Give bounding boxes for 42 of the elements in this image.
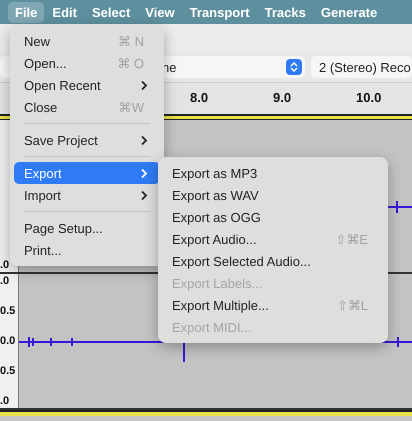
waveform	[388, 200, 412, 214]
ruler-label: 10.0	[356, 90, 382, 105]
menu-item[interactable]: Export Selected Audio...	[162, 250, 384, 272]
dropdown-icon	[286, 59, 302, 75]
scale-label: .0	[0, 258, 10, 272]
chevron-icon	[140, 190, 148, 200]
menu-item[interactable]: Page Setup...	[14, 217, 160, 239]
menu-title[interactable]: Transport	[182, 2, 257, 22]
ruler-label: 8.0	[190, 90, 208, 105]
scale-label: 0.5	[0, 364, 16, 378]
menu-item[interactable]: Save Project	[14, 129, 160, 151]
scale-label: 0.0	[0, 334, 16, 348]
menu-item[interactable]: Export Multiple... ⇧⌘L	[162, 294, 384, 316]
menu-item[interactable]: Export as MP3	[162, 162, 384, 184]
menu-item[interactable]: Export Audio... ⇧⌘E	[162, 228, 384, 250]
menu-item[interactable]: Export as OGG	[162, 206, 384, 228]
menu-item[interactable]: Open... ⌘ O	[14, 52, 160, 74]
scale-label: .0	[0, 274, 10, 288]
chevron-icon	[140, 80, 148, 90]
shortcut-label: ⌘ O	[117, 56, 144, 70]
menu-item[interactable]: Export as WAV	[162, 184, 384, 206]
menu-item[interactable]: Close ⌘W	[14, 96, 160, 118]
shortcut-label: ⌘ N	[118, 34, 144, 48]
menu-title[interactable]: Tracks	[258, 2, 313, 22]
menu-title[interactable]: Edit	[45, 2, 84, 22]
chevron-icon	[140, 134, 148, 146]
chevron-icon	[140, 168, 148, 178]
menu-title[interactable]: Generate	[314, 2, 384, 22]
channels-dropdown[interactable]: 2 (Stereo) Reco	[311, 56, 412, 78]
shortcut-label: ⌘W	[118, 100, 144, 114]
scale-label: 0.5	[0, 304, 16, 318]
menu-item[interactable]: Print...	[14, 239, 160, 261]
menu-item[interactable]: Export	[14, 162, 160, 184]
menu-title[interactable]: Select	[84, 2, 138, 22]
shortcut-label: ⇧⌘L	[336, 298, 368, 312]
menu-item[interactable]: Import	[14, 184, 160, 206]
shortcut-label: ⇧⌘E	[335, 232, 368, 246]
menu-item[interactable]: Open Recent	[14, 74, 160, 96]
ruler-label: 9.0	[273, 90, 292, 105]
menu-title[interactable]: View	[138, 2, 182, 22]
menu-item[interactable]: New ⌘ N	[14, 30, 160, 52]
scale-label: .0	[0, 394, 10, 408]
